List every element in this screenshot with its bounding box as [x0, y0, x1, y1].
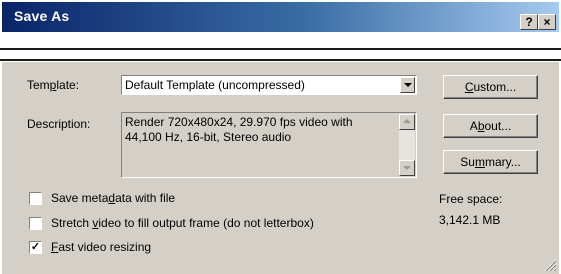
summary-button[interactable]: Summary... [443, 150, 538, 174]
title-bar[interactable]: Save As ? × [2, 2, 559, 32]
fast-resizing-label[interactable]: Fast video resizing [51, 240, 151, 254]
stretch-video-label[interactable]: Stretch video to fill output frame (do n… [51, 216, 314, 230]
template-label: Template: [27, 78, 80, 92]
template-dropdown[interactable]: Default Template (uncompressed) [121, 75, 417, 95]
help-button[interactable]: ? [520, 14, 538, 30]
free-space-value: 3,142.1 MB [439, 213, 501, 227]
scroll-up-button[interactable] [399, 114, 415, 130]
template-dropdown-button[interactable] [400, 77, 415, 93]
close-button[interactable]: × [538, 14, 556, 30]
scroll-up-icon [403, 119, 411, 123]
save-metadata-checkbox[interactable] [29, 192, 42, 205]
resize-grip-icon[interactable] [543, 258, 557, 272]
window-title: Save As [14, 8, 70, 24]
scroll-down-button[interactable] [399, 160, 415, 176]
dialog-body: Template: Default Template (uncompressed… [2, 62, 559, 274]
description-label: Description: [27, 117, 91, 131]
check-mark-icon: ✓ [30, 241, 41, 253]
chevron-down-icon [404, 83, 412, 87]
free-space-label: Free space: [439, 192, 503, 206]
stretch-video-checkbox[interactable] [29, 217, 42, 230]
separator-line-bottom [0, 59, 561, 61]
fast-resizing-checkbox[interactable]: ✓ [29, 241, 42, 254]
description-scrollbar[interactable] [399, 114, 415, 176]
separator-line-top [0, 48, 561, 50]
template-value: Default Template (uncompressed) [125, 78, 305, 92]
description-text: Render 720x480x24, 29.970 fps video with… [125, 115, 353, 144]
about-button[interactable]: About... [443, 114, 538, 138]
save-metadata-label[interactable]: Save metadata with file [51, 191, 175, 205]
description-box: Render 720x480x24, 29.970 fps video with… [121, 112, 417, 178]
custom-button[interactable]: Custom... [443, 75, 538, 99]
scroll-down-icon [403, 166, 411, 170]
